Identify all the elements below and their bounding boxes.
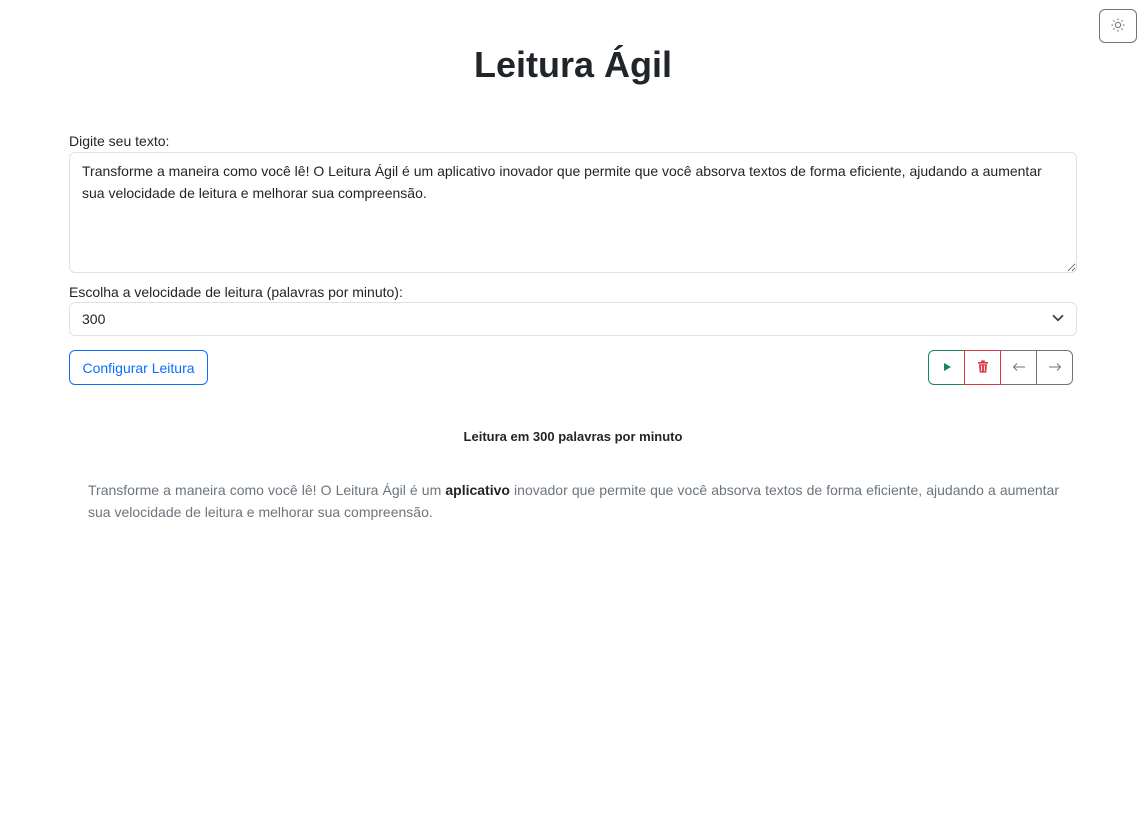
configure-reading-button[interactable]: Configurar Leitura — [69, 350, 208, 385]
trash-icon — [977, 359, 989, 376]
text-label: Digite seu texto: — [69, 133, 170, 149]
reading-text: Transforme a maneira como você lê! O Lei… — [88, 479, 1059, 523]
speed-label: Escolha a velocidade de leitura (palavra… — [69, 284, 403, 300]
text-input[interactable]: Transforme a maneira como você lê! O Lei… — [69, 152, 1077, 273]
play-icon — [942, 360, 952, 375]
delete-button[interactable] — [964, 350, 1001, 385]
current-word: aplicativo — [445, 482, 510, 498]
next-button[interactable] — [1036, 350, 1073, 385]
play-button[interactable] — [928, 350, 965, 385]
speed-select[interactable]: 300 — [69, 302, 1077, 336]
sun-icon — [1111, 17, 1125, 35]
previous-button[interactable] — [1000, 350, 1037, 385]
page-title: Leitura Ágil — [473, 44, 673, 85]
arrow-right-icon — [1048, 360, 1062, 375]
speed-select-value: 300 — [82, 311, 106, 327]
chevron-down-icon — [1052, 311, 1064, 327]
reader-controls — [928, 350, 1073, 385]
reading-status: Leitura em 300 palavras por minuto — [463, 429, 683, 444]
theme-toggle-button[interactable] — [1099, 9, 1137, 43]
arrow-left-icon — [1012, 360, 1026, 375]
reading-text-before: Transforme a maneira como você lê! O Lei… — [88, 482, 446, 498]
